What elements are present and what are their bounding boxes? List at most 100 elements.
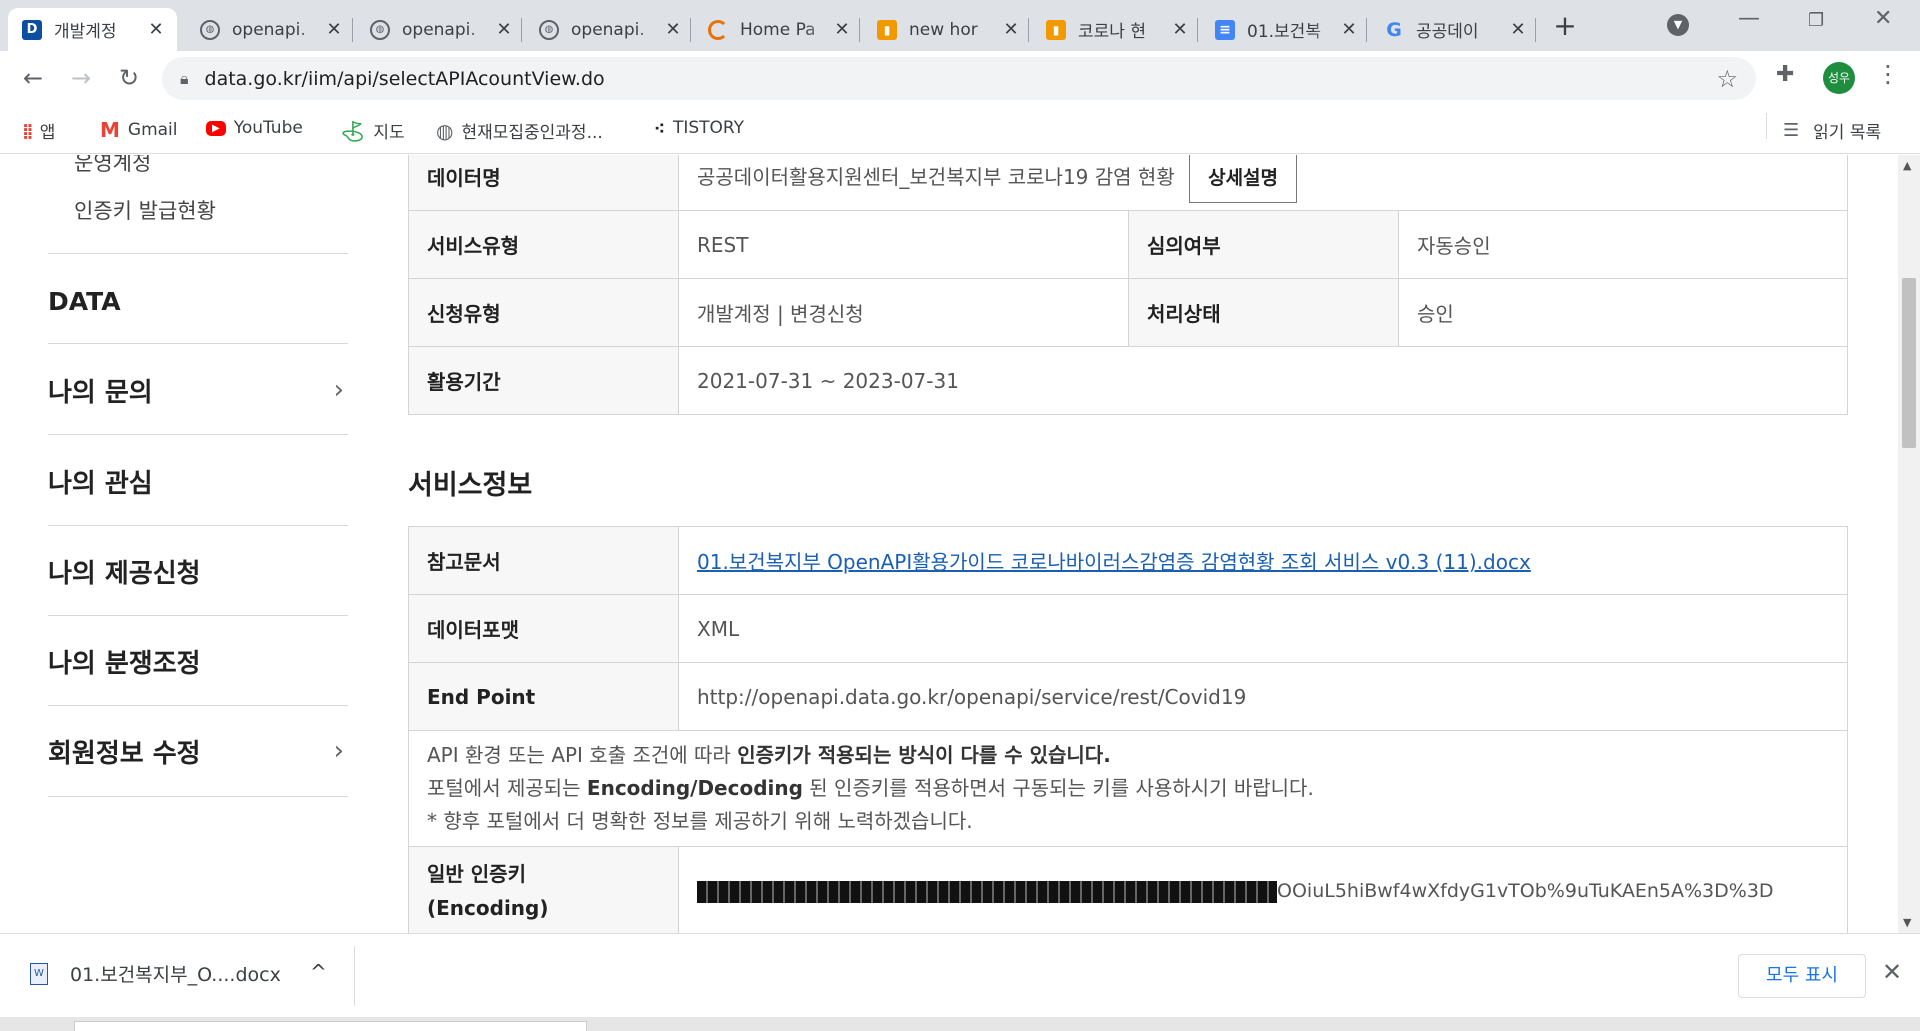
sidebar-item-edit-member[interactable]: 회원정보 수정 › — [48, 731, 348, 771]
notice-text: 된 인증키를 적용하면서 구동되는 키를 사용하시기 바랍니다. — [802, 776, 1314, 800]
sidebar-item-label: 회원정보 수정 — [48, 738, 201, 769]
url-text[interactable]: data.go.kr/iim/api/selectAPIAcountView.d… — [205, 68, 605, 90]
close-tab-icon[interactable]: ✕ — [325, 19, 343, 40]
service-info-table: 참고문서 01.보건복지부 OpenAPI활용가이드 코로나바이러스감염증 감염… — [408, 526, 1848, 731]
chevron-up-icon[interactable]: ^ — [310, 960, 327, 984]
close-window-icon[interactable]: ✕ — [1874, 6, 1892, 31]
bookmark-star-icon[interactable]: ☆ — [1716, 65, 1738, 93]
status-value: 승인 — [1398, 278, 1848, 347]
new-tab-button[interactable]: + — [1548, 10, 1582, 44]
sidebar-divider — [48, 253, 348, 254]
maps-icon: ⛳︎ — [340, 118, 366, 143]
data-name-value: 공공데이터활용지원센터_보건복지부 코로나19 감염 현황 — [697, 165, 1175, 189]
show-all-button[interactable]: 모두 표시 — [1738, 954, 1866, 998]
bookmark-course[interactable]: ◍ 현재모집중인과정... — [436, 118, 603, 144]
reload-icon[interactable]: ↻ — [112, 61, 146, 95]
notice-emphasis: Encoding/Decoding — [586, 776, 803, 800]
close-tab-icon[interactable]: ✕ — [495, 19, 513, 40]
gmail-icon: M — [100, 118, 120, 142]
profile-avatar[interactable]: 성우 — [1823, 62, 1855, 94]
download-item[interactable]: W 01.보건복지부_O....docx — [30, 960, 281, 987]
detail-description-button[interactable]: 상세설명 — [1189, 155, 1298, 203]
auth-key-table: 일반 인증키 (Encoding) OOiuL5hiBwf4wXfdyG1vTO… — [408, 846, 1848, 933]
encoding-key-value[interactable]: OOiuL5hiBwf4wXfdyG1vTOb%9uTuKAEn5A%3D%3D — [678, 846, 1848, 933]
sidebar-subitem-key-status[interactable]: 인증키 발급현황 — [74, 195, 216, 225]
tab-title: 개발계정 — [54, 22, 117, 42]
status-label: 처리상태 — [1128, 278, 1399, 347]
endpoint-label: End Point — [408, 662, 679, 731]
sidebar-subitem-operation-account[interactable]: 운영계정 — [74, 155, 151, 177]
address-bar[interactable]: 🔒︎ data.go.kr/iim/api/selectAPIAcountVie… — [162, 57, 1756, 100]
key-label-line: (Encoding) — [427, 895, 549, 920]
table-row: 서비스유형 REST 심의여부 자동승인 — [408, 210, 1848, 279]
tab-title: Home Pa — [740, 19, 816, 40]
restore-icon[interactable]: ❐ — [1808, 10, 1824, 31]
youtube-icon: ▶ — [206, 120, 226, 136]
tab-1[interactable]: ◍ openapi. ✕ — [186, 8, 355, 51]
close-shelf-icon[interactable]: ✕ — [1882, 958, 1902, 986]
tab-7[interactable]: ≡ 01.보건복 ✕ — [1201, 8, 1370, 51]
book-icon: ▮ — [877, 19, 897, 40]
bookmark-maps[interactable]: ⛳︎ 지도 — [340, 118, 405, 144]
extensions-puzzle-icon[interactable]: ✚ — [1776, 62, 1794, 87]
close-tab-icon[interactable]: ✕ — [1002, 19, 1020, 40]
scroll-down-icon[interactable]: ▼ — [1903, 916, 1911, 929]
forward-icon[interactable]: → — [64, 61, 98, 95]
bookmark-label: 앱 — [39, 123, 56, 143]
tab-search-icon[interactable]: ▼ — [1667, 14, 1689, 36]
bookmark-gmail[interactable]: M Gmail — [100, 118, 178, 142]
tab-2[interactable]: ◍ openapi. ✕ — [356, 8, 525, 51]
tab-8[interactable]: G 공공데이 ✕ — [1370, 8, 1539, 51]
sidebar-item-my-provision[interactable]: 나의 제공신청 — [48, 551, 348, 591]
bookmark-tistory[interactable]: ⁖ TISTORY — [654, 118, 744, 138]
close-tab-icon[interactable]: ✕ — [1171, 19, 1189, 40]
tab-5[interactable]: ▮ new hor ✕ — [863, 8, 1032, 51]
close-tab-icon[interactable]: ✕ — [1509, 19, 1527, 40]
minimize-icon[interactable]: — — [1738, 6, 1760, 31]
endpoint-value[interactable]: http://openapi.data.go.kr/openapi/servic… — [678, 662, 1848, 731]
ref-doc-cell: 01.보건복지부 OpenAPI활용가이드 코로나바이러스감염증 감염현황 조회… — [678, 526, 1848, 595]
close-tab-icon[interactable]: ✕ — [833, 19, 851, 40]
service-info-title: 서비스정보 — [408, 470, 533, 501]
table-row: 데이터명 공공데이터활용지원센터_보건복지부 코로나19 감염 현황 상세설명 — [408, 155, 1848, 211]
redacted-key-mark — [697, 880, 1277, 903]
taskbar-strip — [0, 1017, 1920, 1031]
scroll-up-icon[interactable]: ▲ — [1903, 159, 1911, 172]
close-tab-icon[interactable]: ✕ — [1340, 19, 1358, 40]
tab-6[interactable]: ▮ 코로나 현 ✕ — [1032, 8, 1201, 51]
tab-4[interactable]: Home Pa ✕ — [694, 8, 863, 51]
close-tab-icon[interactable]: ✕ — [664, 19, 682, 40]
application-info-table: 데이터명 공공데이터활용지원센터_보건복지부 코로나19 감염 현황 상세설명 … — [408, 155, 1848, 415]
scrollbar-thumb[interactable] — [1902, 278, 1916, 448]
browser-menu-icon[interactable]: ⋮ — [1876, 60, 1900, 88]
table-row: 신청유형 개발계정 | 변경신청 처리상태 승인 — [408, 278, 1848, 347]
sidebar-item-label: DATA — [48, 286, 121, 316]
sidebar-item-my-dispute[interactable]: 나의 분쟁조정 — [48, 641, 348, 681]
bookmark-apps[interactable]: ⣿ 앱 — [22, 118, 56, 144]
tab-title: openapi. — [232, 19, 306, 40]
page-scrollbar[interactable]: ▲ ▼ — [1898, 155, 1920, 933]
sidebar-item-my-inquiry[interactable]: 나의 문의 › — [48, 370, 348, 410]
browser-toolbar: ← → ↻ 🔒︎ data.go.kr/iim/api/selectAPIAco… — [0, 51, 1920, 106]
word-document-icon: W — [30, 962, 48, 985]
tab-divider — [352, 18, 353, 42]
ref-doc-link[interactable]: 01.보건복지부 OpenAPI활용가이드 코로나바이러스감염증 감염현황 조회… — [697, 550, 1531, 574]
tab-3[interactable]: ◍ openapi. ✕ — [525, 8, 694, 51]
sidebar-item-label: 나의 분쟁조정 — [48, 648, 201, 679]
reading-list[interactable]: ☰ 읽기 목록 — [1783, 118, 1881, 143]
sidebar-item-data[interactable]: DATA — [48, 281, 348, 321]
globe-icon: ◍ — [200, 19, 220, 40]
tab-divider — [1197, 18, 1198, 42]
shelf-divider — [354, 946, 355, 1006]
back-icon[interactable]: ← — [16, 61, 50, 95]
bookmark-youtube[interactable]: ▶ YouTube — [206, 118, 303, 138]
tab-0[interactable]: D 개발계정 ✕ — [8, 8, 177, 51]
lock-icon[interactable]: 🔒︎ — [180, 69, 189, 89]
service-type-label: 서비스유형 — [408, 210, 679, 279]
docs-icon: ≡ — [1215, 19, 1235, 40]
sidebar-item-my-interest[interactable]: 나의 관심 — [48, 461, 348, 501]
sidebar-item-label: 나의 관심 — [48, 468, 153, 499]
close-tab-icon[interactable]: ✕ — [147, 19, 165, 40]
tab-title: 01.보건복 — [1247, 22, 1321, 42]
tab-divider — [1366, 18, 1367, 42]
